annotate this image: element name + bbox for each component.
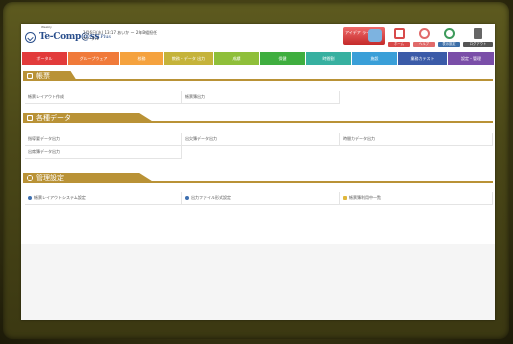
menu-item-guidance-data[interactable]: 指導要データ出力	[25, 133, 182, 146]
logo-small-text: Weekly	[41, 25, 52, 29]
home-icon	[393, 28, 405, 39]
display-label: 表示設定	[438, 42, 460, 47]
idea-icon	[368, 29, 382, 42]
display-icon	[443, 28, 455, 39]
menu-item-layout-system-settings[interactable]: 帳票レイアウトシステム設定	[25, 192, 182, 205]
current-page-name: ポータル	[83, 36, 99, 41]
idea-library-button[interactable]: アイデア ライブラリ	[343, 27, 385, 45]
nav-tab-health[interactable]: 保健	[260, 52, 306, 65]
logout-icon	[474, 28, 482, 39]
help-icon	[418, 28, 430, 39]
list-icon	[343, 196, 347, 200]
nav-tab-facilities[interactable]: 施設	[352, 52, 398, 65]
section-header-admin: 管理設定	[23, 173, 493, 183]
menu-item-label: 帳票レイアウトシステム設定	[34, 195, 86, 200]
logout-button[interactable]: ログアウト	[463, 27, 493, 47]
section-header-forms: 帳票	[23, 71, 493, 81]
settings-icon	[185, 196, 189, 200]
home-button[interactable]: ホーム	[388, 27, 410, 47]
app-header: Weekly Te-Comp@ss Plus 1月6日(水) 13:17 あいか…	[21, 24, 495, 51]
menu-item-time-data[interactable]: 時間カデータ出力	[340, 133, 493, 146]
menu-item-file-format-settings[interactable]: 出力ファイル形式設定	[182, 192, 340, 205]
home-label: ホーム	[388, 42, 410, 47]
menu-item-usage-list[interactable]: 帳票簿利用中一覧	[340, 192, 493, 205]
menu-item-form-output[interactable]: 帳票簿出力	[182, 91, 340, 104]
menu-item-attendance-data[interactable]: 出欠簿データ出力	[182, 133, 340, 146]
display-settings-button[interactable]: 表示設定	[438, 27, 460, 47]
nav-tab-grades[interactable]: 成績	[214, 52, 260, 65]
section-divider	[23, 121, 493, 123]
menu-item-roll-data[interactable]: 出席簿データ出力	[25, 146, 182, 159]
logout-label: ログアウト	[463, 42, 493, 47]
nav-tab-settings[interactable]: 設定・管理	[448, 52, 494, 65]
nav-tab-data-output[interactable]: 教務・データ 出力	[164, 52, 214, 65]
nav-tab-timetable[interactable]: 時間割	[306, 52, 352, 65]
menu-item-label: 帳票簿利用中一覧	[349, 195, 381, 200]
menu-item-label: 出力ファイル形式設定	[191, 195, 231, 200]
section-divider	[23, 181, 493, 183]
nav-tab-portal[interactable]: ポータル	[22, 52, 68, 65]
compass-logo-icon	[25, 31, 36, 43]
section-divider	[23, 79, 493, 81]
help-button[interactable]: ヘルプ	[413, 27, 435, 47]
header-info: 1月6日(水) 13:17 あいか ー 2年B組担任 ポータル	[83, 30, 157, 42]
help-label: ヘルプ	[413, 42, 435, 47]
nav-tab-groupware[interactable]: グループウェア	[68, 52, 120, 65]
nav-tab-school-affairs[interactable]: 校務	[120, 52, 164, 65]
settings-icon	[28, 196, 32, 200]
nav-tab-test[interactable]: 業務カテスト	[398, 52, 448, 65]
footer-area	[21, 244, 495, 320]
header-buttons: アイデア ライブラリ ホーム ヘルプ 表示設定 ログアウト	[343, 27, 493, 47]
section-header-data: 各種データ	[23, 113, 493, 123]
main-nav: ポータル グループウェア 校務 教務・データ 出力 成績 保健 時間割 施設 業…	[22, 52, 494, 65]
menu-item-form-layout[interactable]: 帳票レイアウト作成	[25, 91, 182, 104]
app-screen: Weekly Te-Comp@ss Plus 1月6日(水) 13:17 あいか…	[21, 24, 495, 320]
